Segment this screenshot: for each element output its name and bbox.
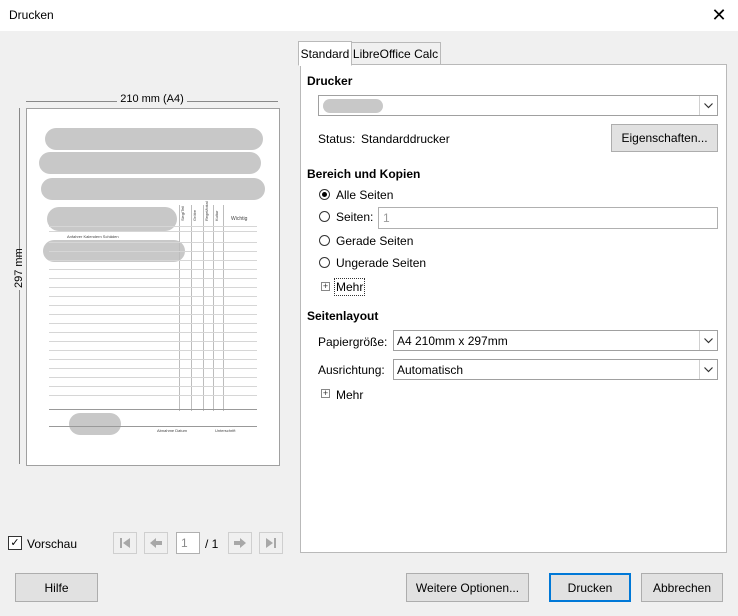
page-layout-heading: Seitenlayout [307,309,379,323]
radio-pages[interactable] [319,211,330,222]
pages-input[interactable]: 1 [378,207,718,229]
printer-select[interactable] [318,95,718,116]
sheet-column-line [213,205,214,411]
redacted-block [39,152,261,174]
sheet-row-line [49,368,257,369]
layout-more-toggle[interactable]: Mehr [336,388,363,402]
tab-libreoffice-calc[interactable]: LibreOffice Calc [350,42,441,66]
width-dimension-label: 210 mm (A4) [26,93,278,105]
sheet-row-line [49,377,257,378]
previous-page-icon[interactable] [144,532,168,554]
sheet-row-line [49,359,257,360]
title-bar [0,0,738,31]
page-number-input[interactable]: 1 [176,532,200,554]
sheet-row-line [49,251,257,252]
tab-standard[interactable]: Standard [298,41,352,66]
sheet-column-line [203,205,204,411]
radio-even-pages[interactable] [319,235,330,246]
sheet-header-2: Gröbe [192,209,197,221]
window-title: Drucken [9,8,54,22]
sheet-row-line [49,278,257,279]
sheet-row-line [49,226,257,227]
sheet-row-line [49,287,257,288]
chevron-down-icon[interactable] [699,96,717,115]
cancel-button[interactable]: Abbrechen [641,573,723,602]
sheet-row-line [49,409,257,410]
redacted-block [69,413,121,435]
expand-plus-icon[interactable]: + [321,389,330,398]
redacted-block [45,128,263,150]
sheet-row-line [49,231,257,232]
sheet-footer-sign: Unterschrift [215,428,236,433]
sheet-row-line [49,426,257,427]
sheet-row-line [49,305,257,306]
paper-size-label: Papiergröße: [318,335,388,349]
range-more-toggle[interactable]: Mehr [334,278,366,296]
status-label: Status: [318,132,356,146]
page-total: / 1 [205,537,219,551]
redacted-block [41,178,265,200]
chevron-down-icon[interactable] [699,360,717,379]
sheet-column-line [223,205,224,411]
sheet-header-4: Kultur [214,210,219,221]
print-button[interactable]: Drucken [549,573,631,602]
sheet-row-line [49,341,257,342]
printer-heading: Drucker [307,74,353,88]
redacted-block [47,207,177,231]
preview-checkbox-label[interactable]: Vorschau [27,537,77,551]
radio-even-pages-label[interactable]: Gerade Seiten [336,234,413,248]
preview-checkbox[interactable]: ✓ [8,536,22,550]
sheet-footer-date: Abnahme Datum [157,428,188,433]
redacted-printer-name [323,99,383,113]
sheet-row-line [49,269,257,270]
close-icon[interactable]: ✕ [708,4,730,26]
sheet-row-line [49,296,257,297]
radio-all-pages[interactable] [319,189,330,200]
more-options-button[interactable]: Weitere Optionen... [406,573,529,602]
radio-odd-pages-label[interactable]: Ungerade Seiten [336,256,426,270]
radio-all-pages-label[interactable]: Alle Seiten [336,188,393,202]
properties-button[interactable]: Eigenschaften... [611,124,718,152]
first-page-icon[interactable] [113,532,137,554]
expand-plus-icon[interactable]: + [321,282,330,291]
sheet-header-3: Regel/lokal [204,201,209,221]
sheet-row-line [49,260,257,261]
help-button[interactable]: Hilfe [15,573,98,602]
next-page-icon[interactable] [228,532,252,554]
radio-pages-label[interactable]: Seiten: [336,210,373,224]
chevron-down-icon[interactable] [699,331,717,350]
sheet-row-line [49,332,257,333]
sheet-header-1: Sieg/Teil [180,205,185,221]
sheet-row-line [49,323,257,324]
sheet-row-line [49,386,257,387]
status-value: Standarddrucker [361,132,450,146]
range-heading: Bereich und Kopien [307,167,421,181]
sheet-row-label: Anfahrer Kalendern Schäden [67,234,119,239]
orientation-label: Ausrichtung: [318,363,385,377]
sheet-row-line [49,350,257,351]
sheet-column-line [179,205,180,411]
paper-size-select[interactable]: A4 210mm x 297mm [393,330,718,351]
last-page-icon[interactable] [259,532,283,554]
sheet-row-line [49,314,257,315]
print-preview-page: Sieg/Teil Gröbe Regel/lokal Kultur Wicht… [26,108,280,466]
radio-odd-pages[interactable] [319,257,330,268]
sheet-row-line [49,395,257,396]
sheet-row-line [49,242,257,243]
sheet-header-5: Wichtig [231,216,248,222]
orientation-select[interactable]: Automatisch [393,359,718,380]
sheet-column-line [191,205,192,411]
